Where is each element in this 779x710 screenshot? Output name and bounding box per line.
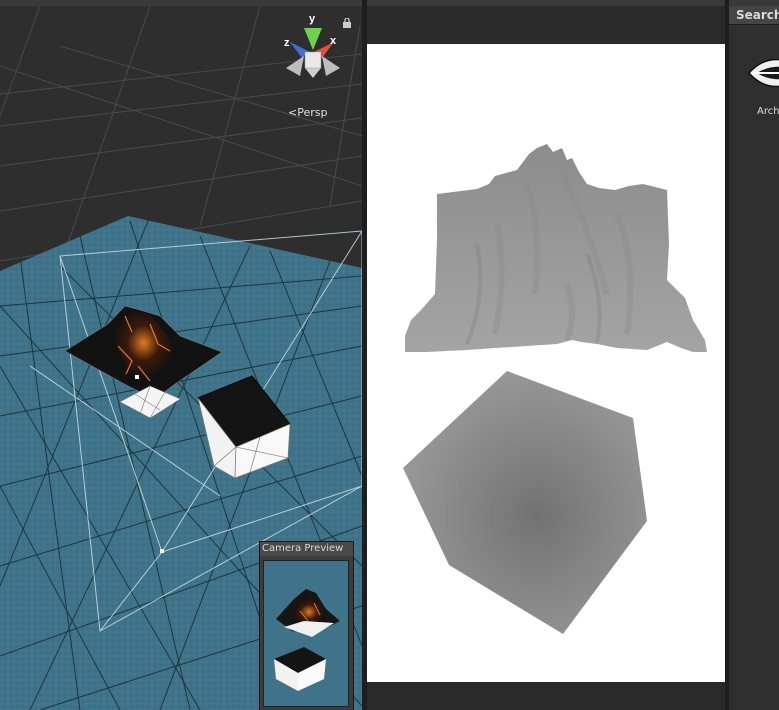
game-view[interactable] — [367, 6, 725, 710]
camera-handle[interactable] — [160, 549, 164, 553]
chevron-left-icon: < — [288, 106, 298, 119]
lock-icon[interactable] — [342, 18, 352, 28]
search-tab[interactable]: Search — [729, 6, 779, 25]
scene-view[interactable]: y x z <Persp Camera Preview — [0, 6, 362, 710]
camera-preview-viewport — [263, 560, 349, 707]
projection-label: Persp — [297, 106, 328, 119]
terrain-silhouette — [405, 144, 707, 352]
asset-grid: Arch — [729, 25, 779, 710]
camera-preview-title: Camera Preview — [260, 542, 353, 556]
asset-label[interactable]: Arch — [757, 106, 779, 117]
camera-preview-panel: Camera Preview — [259, 541, 354, 710]
cube-silhouette — [403, 371, 647, 634]
pivot-handle[interactable] — [135, 375, 139, 379]
game-canvas — [367, 44, 725, 682]
project-panel: Search Arch — [729, 6, 779, 710]
search-label: Search — [736, 8, 779, 22]
projection-toggle[interactable]: <Persp — [288, 106, 327, 119]
gizmo-z-label: z — [284, 37, 290, 49]
scene-grid — [0, 6, 362, 267]
axis-gizmo[interactable]: y x z — [284, 13, 340, 78]
asset-thumbnail-icon[interactable] — [747, 51, 779, 99]
gizmo-x-label: x — [330, 35, 337, 47]
gizmo-y-label: y — [309, 13, 316, 25]
